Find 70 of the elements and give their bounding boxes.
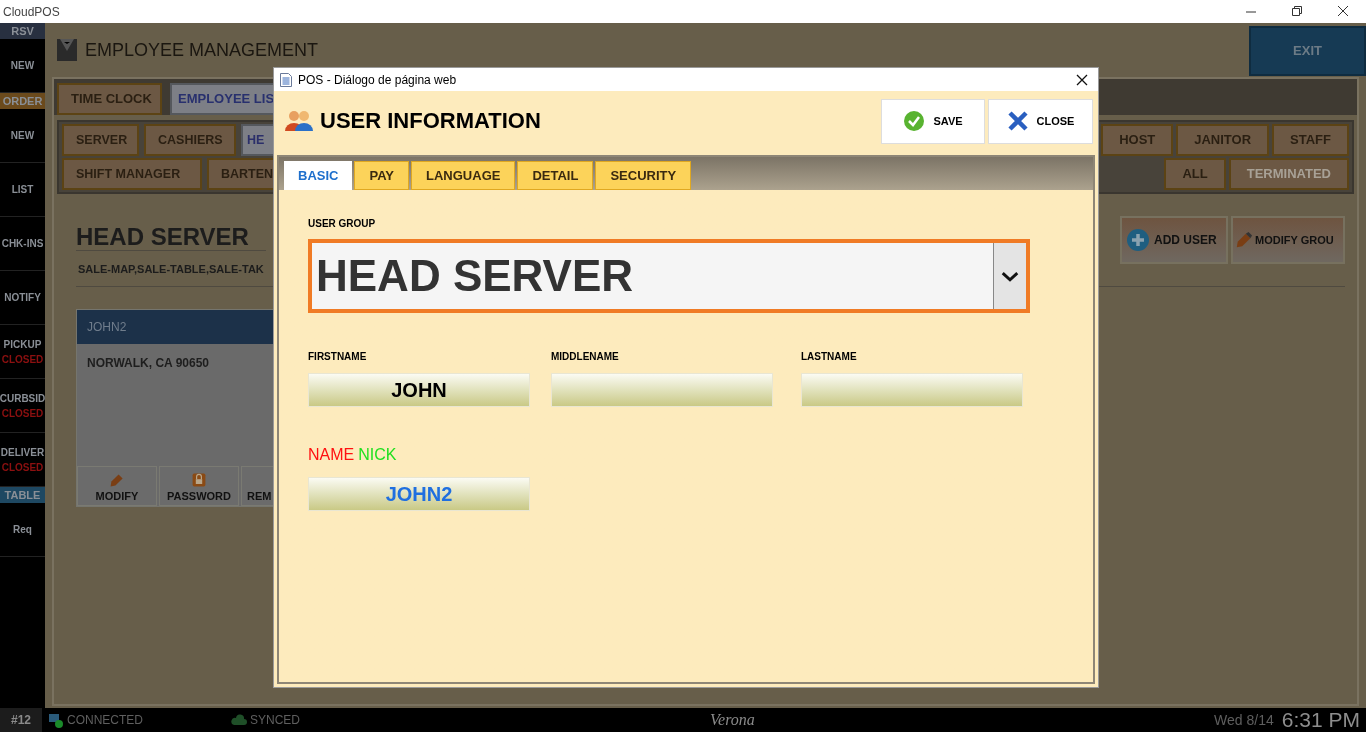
- status-label: CLOSED: [1, 460, 44, 475]
- user-group-dropdown[interactable]: HEAD SERVER: [308, 239, 1030, 313]
- permissions-text: SALE-MAP,SALE-TABLE,SALE-TAK: [78, 262, 264, 277]
- connection-status: CONNECTED: [67, 712, 143, 729]
- save-button[interactable]: SAVE: [881, 98, 985, 144]
- field-label: USER GROUP: [308, 217, 377, 231]
- group-tab[interactable]: SERVER: [62, 124, 139, 156]
- sync-status: SYNCED: [250, 712, 301, 729]
- text-field[interactable]: [801, 373, 1023, 407]
- group-tab[interactable]: STAFF: [1272, 124, 1349, 156]
- sidebar-item[interactable]: LIST: [11, 182, 34, 197]
- sidebar-item[interactable]: CHK-INS: [1, 236, 44, 251]
- sidebar-item[interactable]: CURBSID: [0, 390, 45, 406]
- text-field[interactable]: JOHN2: [308, 477, 530, 511]
- dialog-tab[interactable]: DETAIL: [517, 161, 594, 190]
- sidebar-header: ORDER: [0, 93, 45, 109]
- network-icon: [48, 712, 64, 728]
- group-tab[interactable]: SHIFT MANAGER: [62, 158, 202, 190]
- main-tab[interactable]: TIME CLOCK: [57, 83, 162, 115]
- field-label: LASTNAME: [801, 350, 858, 364]
- sidebar-header: RSV: [0, 23, 45, 39]
- pencil-icon: [1235, 231, 1253, 249]
- card-button[interactable]: MODIFY: [77, 465, 157, 506]
- date-text: Wed 8/14: [1214, 710, 1274, 730]
- close-icon[interactable]: [1076, 73, 1088, 86]
- status-label: CLOSED: [1, 406, 44, 421]
- group-tab[interactable]: JANITOR: [1176, 124, 1270, 156]
- clock-time: 6:31 PM: [1281, 707, 1360, 732]
- dialog-tab[interactable]: LANGUAGE: [411, 161, 516, 190]
- plus-icon: [1126, 228, 1150, 252]
- sidebar-item[interactable]: NEW: [10, 58, 35, 73]
- text-field[interactable]: [551, 373, 773, 407]
- dialog-tab[interactable]: SECURITY: [595, 161, 692, 190]
- card-button[interactable]: PASSWORD: [159, 465, 239, 506]
- field-label: NICK: [358, 445, 397, 465]
- card-name: JOHN2: [87, 318, 127, 336]
- sidebar-item[interactable]: NOTIFY: [4, 290, 41, 305]
- page-title: EMPLOYEE MANAGEMENT: [85, 38, 319, 62]
- sidebar-item[interactable]: PICKUP: [3, 336, 42, 352]
- group-tab[interactable]: ALL: [1164, 158, 1226, 190]
- text-field[interactable]: JOHN: [308, 373, 530, 407]
- sidebar-item[interactable]: NEW: [10, 128, 35, 143]
- add-user-button[interactable]: ADD USER: [1120, 216, 1228, 264]
- pencil-icon: [109, 472, 125, 488]
- status-label: CLOSED: [1, 352, 44, 367]
- app-title: CloudPOS: [2, 3, 60, 21]
- tuxedo-icon: [57, 39, 77, 61]
- dialog-tab[interactable]: BASIC: [284, 161, 353, 190]
- close-icon: [1006, 110, 1029, 132]
- group-tab[interactable]: HOST: [1101, 124, 1174, 156]
- padlock-icon: [191, 472, 207, 488]
- group-title: HEAD SERVER: [76, 222, 249, 252]
- location-name: Verona: [710, 710, 755, 730]
- field-label: MIDDLENAME: [551, 350, 620, 364]
- check-icon: [903, 110, 926, 132]
- sidebar-item[interactable]: Req: [13, 522, 32, 537]
- sidebar-item[interactable]: DELIVER: [0, 444, 45, 460]
- chevron-down-icon: [993, 243, 1026, 309]
- dialog-title: POS - Diálogo de página web: [298, 71, 457, 89]
- users-icon: [284, 109, 314, 131]
- group-tab[interactable]: CASHIERS: [144, 124, 236, 156]
- dialog-heading: USER INFORMATION: [320, 106, 541, 135]
- document-icon: [280, 72, 292, 87]
- sidebar-header: TABLE: [0, 487, 45, 503]
- station-number: #12: [0, 708, 42, 732]
- modify-group-button[interactable]: MODIFY GROU: [1231, 216, 1345, 264]
- dialog-tab[interactable]: PAY: [354, 161, 410, 190]
- exit-button[interactable]: EXIT: [1249, 26, 1366, 76]
- close-button[interactable]: CLOSE: [988, 98, 1093, 144]
- cloud-icon: [231, 714, 247, 726]
